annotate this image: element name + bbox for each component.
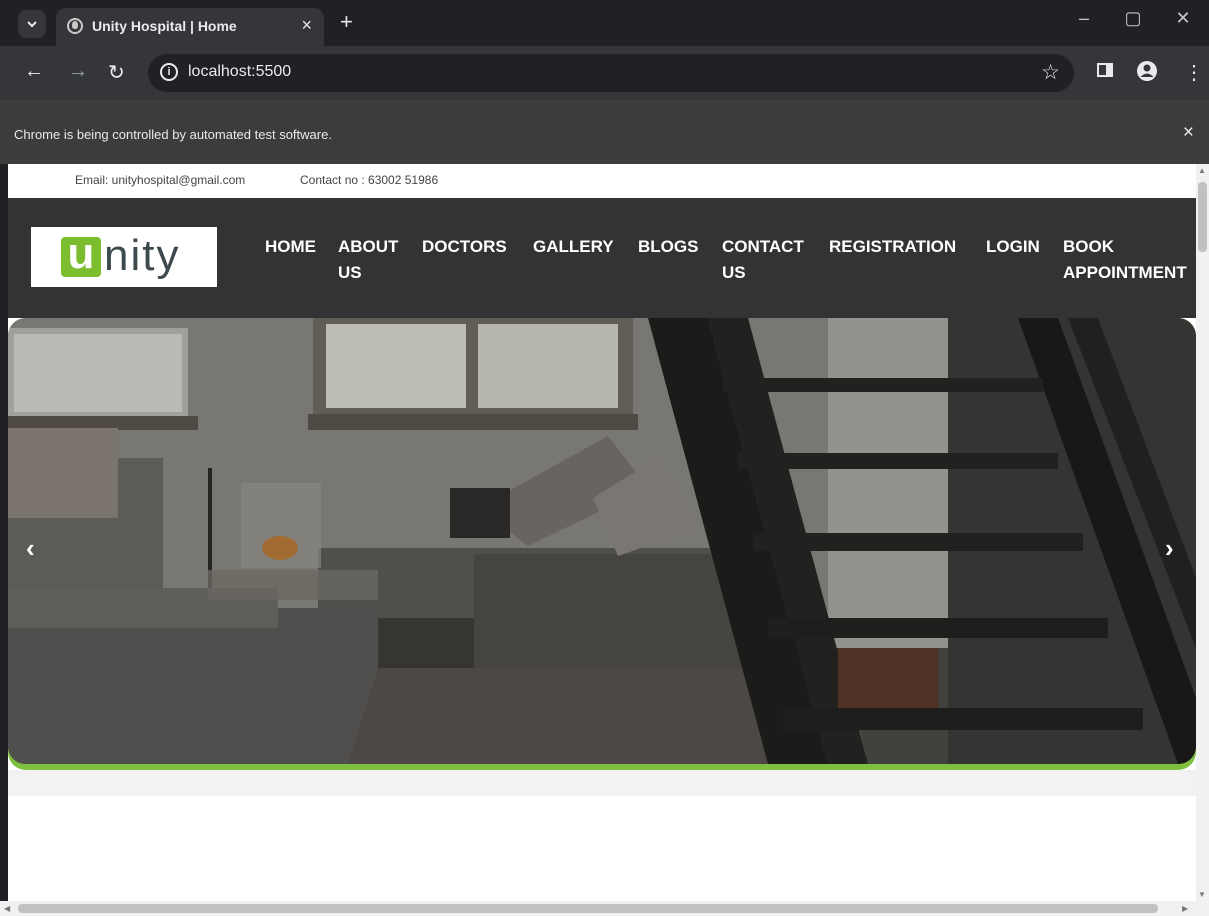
unity-logo[interactable]: u nity xyxy=(31,227,217,287)
nav-login[interactable]: LOGIN xyxy=(986,234,1040,260)
scroll-right-arrow-icon[interactable]: ▶ xyxy=(1182,904,1188,913)
tab-search-button[interactable] xyxy=(18,10,46,38)
reload-icon[interactable]: ↻ xyxy=(108,60,125,85)
nav-login-label: LOGIN xyxy=(986,237,1040,256)
tab-title: Unity Hospital | Home xyxy=(92,18,237,34)
globe-icon xyxy=(67,18,83,34)
main-navbar: u nity HOME ABOUT US DOCTORS GALLERY BLO… xyxy=(8,198,1196,318)
infobar-message: Chrome is being controlled by automated … xyxy=(14,127,332,142)
nav-home-label: HOME xyxy=(265,237,316,256)
horizontal-scrollbar[interactable]: ◀ ▶ xyxy=(0,901,1209,916)
nav-blogs[interactable]: BLOGS xyxy=(638,234,698,260)
nav-about-us[interactable]: ABOUT US xyxy=(338,234,398,286)
scroll-left-arrow-icon[interactable]: ◀ xyxy=(4,904,10,913)
vertical-scrollbar[interactable]: ▲ ▼ xyxy=(1196,164,1209,901)
nav-book-appointment[interactable]: BOOK APPOINTMENT xyxy=(1063,234,1187,286)
nav-contact-label-line2: US xyxy=(722,263,746,282)
carousel-prev-button[interactable]: ‹ xyxy=(26,533,35,564)
tab-close-button[interactable]: × xyxy=(301,15,312,36)
nav-contact-us[interactable]: CONTACT US xyxy=(722,234,804,286)
profile-avatar-icon[interactable] xyxy=(1136,60,1158,88)
horizontal-scroll-thumb[interactable] xyxy=(18,904,1158,913)
back-arrow-icon[interactable]: ← xyxy=(24,60,44,83)
scroll-up-arrow-icon[interactable]: ▲ xyxy=(1198,166,1206,175)
side-panel-icon[interactable] xyxy=(1096,61,1114,85)
logo-text: nity xyxy=(104,231,181,280)
site-info-icon[interactable]: i xyxy=(160,63,178,81)
browser-toolbar: ← → ↻ i localhost:5500 ☆ ⋮ xyxy=(0,46,1209,100)
maximize-button[interactable]: ▢ xyxy=(1118,8,1148,29)
infobar-close-button[interactable]: × xyxy=(1183,122,1194,144)
scroll-down-arrow-icon[interactable]: ▼ xyxy=(1198,890,1206,899)
carousel-next-button[interactable]: › xyxy=(1165,533,1174,564)
nav-book-label: BOOK xyxy=(1063,237,1114,256)
new-tab-button[interactable]: + xyxy=(340,9,353,35)
nav-blogs-label: BLOGS xyxy=(638,237,699,256)
section-divider xyxy=(8,770,1196,796)
nav-registration-label: REGISTRATION xyxy=(829,237,957,256)
minimize-button[interactable]: – xyxy=(1069,8,1099,29)
vertical-scroll-thumb[interactable] xyxy=(1198,182,1207,252)
living-room-photo xyxy=(8,318,1196,764)
logo-letter: u xyxy=(61,232,101,277)
chevron-down-icon xyxy=(27,21,37,27)
automation-infobar: Chrome is being controlled by automated … xyxy=(0,100,1209,164)
url-text[interactable]: localhost:5500 xyxy=(188,63,291,81)
window-close-button[interactable]: ✕ xyxy=(1168,8,1198,29)
nav-gallery-label: GALLERY xyxy=(533,237,614,256)
bookmark-star-icon[interactable]: ☆ xyxy=(1041,60,1060,85)
nav-contact-label: CONTACT xyxy=(722,237,804,256)
forward-arrow-icon[interactable]: → xyxy=(68,60,88,83)
page-viewport: Email: unityhospital@gmail.com Contact n… xyxy=(8,164,1196,901)
more-menu-icon[interactable]: ⋮ xyxy=(1184,60,1204,85)
nav-registration[interactable]: REGISTRATION xyxy=(829,234,956,260)
nav-doctors[interactable]: DOCTORS xyxy=(422,234,507,260)
tab-strip: Unity Hospital | Home × + – ▢ ✕ xyxy=(0,0,1209,46)
nav-doctors-label: DOCTORS xyxy=(422,237,507,256)
contact-number-text: Contact no : 63002 51986 xyxy=(300,173,439,187)
email-text: Email: unityhospital@gmail.com xyxy=(75,173,246,187)
hero-carousel: ‹ › xyxy=(8,318,1196,770)
nav-gallery[interactable]: GALLERY xyxy=(533,234,614,260)
nav-home[interactable]: HOME xyxy=(265,234,316,260)
contact-topbar: Email: unityhospital@gmail.com Contact n… xyxy=(8,164,1196,198)
nav-book-label-line2: APPOINTMENT xyxy=(1063,263,1187,282)
carousel-slide-image: ‹ › xyxy=(8,318,1196,764)
active-tab[interactable]: Unity Hospital | Home × xyxy=(56,8,324,46)
nav-about-label: ABOUT xyxy=(338,237,399,256)
nav-about-label-line2: US xyxy=(338,263,362,282)
address-bar[interactable]: i localhost:5500 ☆ xyxy=(148,54,1074,92)
